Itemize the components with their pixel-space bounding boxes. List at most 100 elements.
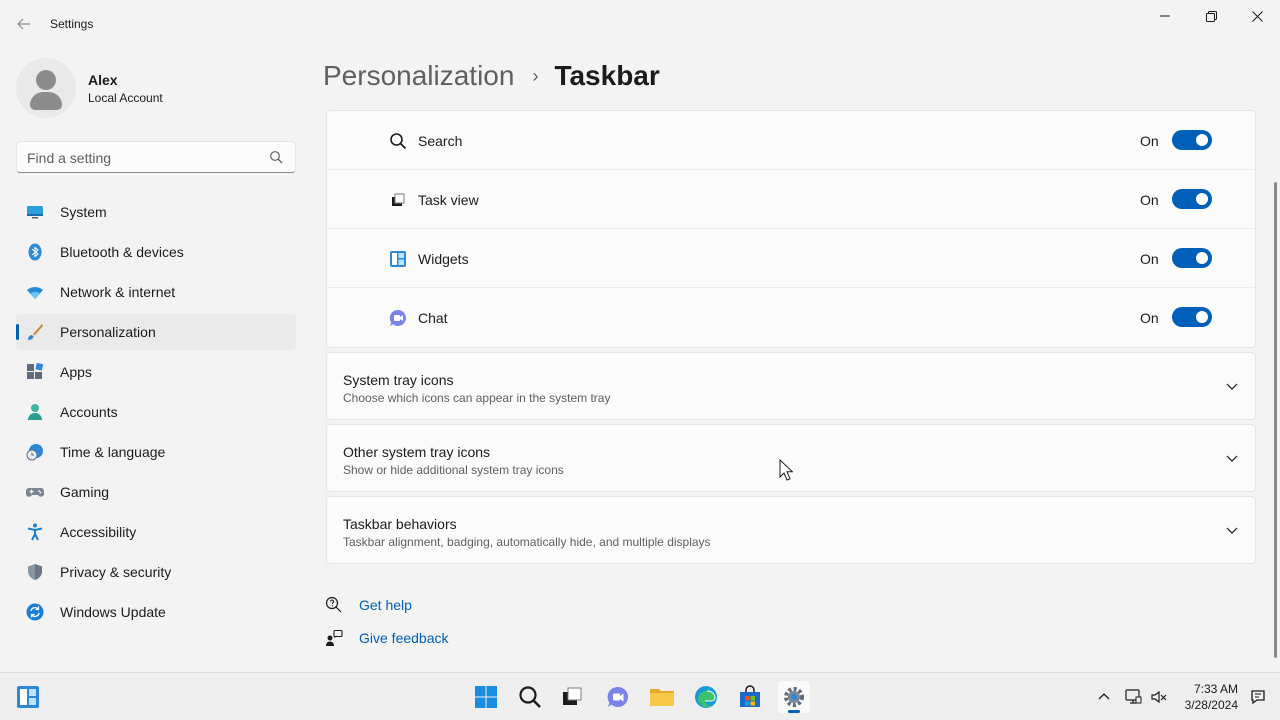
- feedback-icon: [326, 629, 343, 646]
- chevron-down-icon[interactable]: [1225, 451, 1239, 465]
- toggle-state-text: On: [1140, 310, 1159, 326]
- search-icon: [519, 686, 541, 708]
- chevron-down-icon[interactable]: [1225, 379, 1239, 393]
- row-label: Widgets: [418, 251, 469, 267]
- toggle-state-text: On: [1140, 192, 1159, 208]
- expander-other-system-tray-icons[interactable]: Other system tray icons Show or hide add…: [326, 424, 1256, 492]
- widgets-icon: [390, 251, 406, 267]
- search-icon[interactable]: [269, 150, 283, 164]
- chevron-down-icon[interactable]: [1225, 523, 1239, 537]
- gear-icon: [784, 687, 804, 707]
- volume-tray-button[interactable]: [1146, 681, 1172, 713]
- restore-icon: [1205, 10, 1217, 22]
- expander-subtitle: Choose which icons can appear in the sys…: [343, 391, 611, 405]
- breadcrumb-separator: ›: [532, 65, 539, 86]
- sidebar-item-label: Windows Update: [60, 604, 166, 620]
- widgets-toggle[interactable]: [1172, 248, 1212, 268]
- sidebar-item-gaming[interactable]: Gaming: [16, 474, 296, 510]
- sidebar-item-label: Privacy & security: [60, 564, 172, 580]
- shield-icon: [28, 564, 42, 580]
- sidebar-item-label: Time & language: [60, 444, 166, 460]
- settings-content: Search On Task view On Widgets On Chat O…: [326, 110, 1256, 670]
- start-button[interactable]: [470, 681, 502, 713]
- notifications-button[interactable]: [1244, 681, 1272, 713]
- close-button[interactable]: [1234, 0, 1280, 32]
- widgets-icon: [17, 686, 39, 708]
- minimize-icon: [1160, 15, 1170, 17]
- search-icon: [390, 133, 407, 150]
- sidebar-item-privacy-security[interactable]: Privacy & security: [16, 554, 296, 590]
- taskbar-item-widgets-row: Widgets On: [327, 229, 1255, 288]
- chat-toggle[interactable]: [1172, 307, 1212, 327]
- toggle-state-text: On: [1140, 133, 1159, 149]
- sidebar-item-label: Accounts: [60, 404, 118, 420]
- volume-muted-icon: [1151, 690, 1167, 704]
- scrollbar[interactable]: [1274, 182, 1277, 658]
- notification-icon: [1251, 690, 1265, 705]
- expander-title: Other system tray icons: [343, 444, 491, 460]
- settings-taskbar-button[interactable]: [778, 681, 810, 713]
- toggle-state-text: On: [1140, 251, 1159, 267]
- clock-date: 3/28/2024: [1184, 698, 1238, 712]
- brush-icon: [28, 324, 43, 340]
- sidebar-item-accessibility[interactable]: Accessibility: [16, 514, 296, 550]
- sidebar-item-label: Accessibility: [60, 524, 137, 540]
- clock-time: 7:33 AM: [1193, 682, 1238, 696]
- clock-globe-icon: [26, 444, 43, 461]
- sidebar-item-personalization[interactable]: Personalization: [16, 314, 296, 350]
- task-view-toggle[interactable]: [1172, 189, 1212, 209]
- sidebar-item-time-language[interactable]: Time & language: [16, 434, 296, 470]
- breadcrumb-parent[interactable]: Personalization: [323, 60, 514, 92]
- breadcrumb: Personalization › Taskbar: [323, 58, 660, 94]
- sidebar-item-accounts[interactable]: Accounts: [16, 394, 296, 430]
- sidebar-item-network[interactable]: Network & internet: [16, 274, 296, 310]
- chevron-up-icon: [1098, 693, 1110, 700]
- profile-name: Alex: [88, 72, 118, 88]
- accounts-icon: [28, 404, 42, 420]
- expander-system-tray-icons[interactable]: System tray icons Choose which icons can…: [326, 352, 1256, 420]
- user-profile[interactable]: Alex Local Account: [16, 58, 296, 118]
- gamepad-icon: [26, 488, 44, 497]
- file-explorer-button[interactable]: [646, 681, 678, 713]
- sidebar-item-apps[interactable]: Apps: [16, 354, 296, 390]
- sidebar-item-label: Apps: [60, 364, 92, 380]
- task-view-icon: [392, 193, 405, 206]
- search-toggle[interactable]: [1172, 130, 1212, 150]
- sidebar-item-windows-update[interactable]: Windows Update: [16, 594, 296, 630]
- store-button[interactable]: [734, 681, 766, 713]
- get-help-link[interactable]: Get help: [325, 594, 449, 616]
- taskbar-items-group: Search On Task view On Widgets On Chat O…: [326, 110, 1256, 348]
- task-view-icon: [563, 687, 582, 705]
- taskbar-clock[interactable]: 7:33 AM 3/28/2024: [1172, 681, 1238, 713]
- sidebar-item-bluetooth[interactable]: Bluetooth & devices: [16, 234, 296, 270]
- windows-logo-icon: [475, 686, 497, 708]
- taskbar-search-button[interactable]: [514, 681, 546, 713]
- settings-search-box[interactable]: [16, 141, 296, 173]
- windows-taskbar: 7:33 AM 3/28/2024: [0, 672, 1280, 720]
- search-input[interactable]: [27, 149, 257, 167]
- expander-taskbar-behaviors[interactable]: Taskbar behaviors Taskbar alignment, bad…: [326, 496, 1256, 564]
- taskbar-item-search-row: Search On: [327, 111, 1255, 170]
- task-view-button[interactable]: [556, 681, 588, 713]
- restore-button[interactable]: [1188, 0, 1234, 32]
- chat-taskbar-button[interactable]: [602, 681, 634, 713]
- give-feedback-text[interactable]: Give feedback: [359, 630, 449, 646]
- apps-icon: [27, 363, 44, 379]
- show-hidden-icons-button[interactable]: [1090, 681, 1118, 713]
- network-icon: [1125, 689, 1142, 704]
- expander-title: Taskbar behaviors: [343, 516, 457, 532]
- row-label: Task view: [418, 192, 479, 208]
- back-button[interactable]: [12, 10, 36, 38]
- sidebar-item-system[interactable]: System: [16, 194, 296, 230]
- sidebar-item-label: System: [60, 204, 107, 220]
- get-help-text[interactable]: Get help: [359, 597, 412, 613]
- network-tray-button[interactable]: [1120, 681, 1146, 713]
- mouse-cursor-icon: [779, 459, 793, 481]
- edge-browser-button[interactable]: [690, 681, 722, 713]
- help-icon: [325, 596, 342, 613]
- widgets-taskbar-button[interactable]: [12, 681, 44, 713]
- sidebar-item-label: Bluetooth & devices: [60, 244, 184, 260]
- back-arrow-icon: [17, 18, 30, 30]
- give-feedback-link[interactable]: Give feedback: [325, 627, 449, 649]
- minimize-button[interactable]: [1142, 0, 1188, 32]
